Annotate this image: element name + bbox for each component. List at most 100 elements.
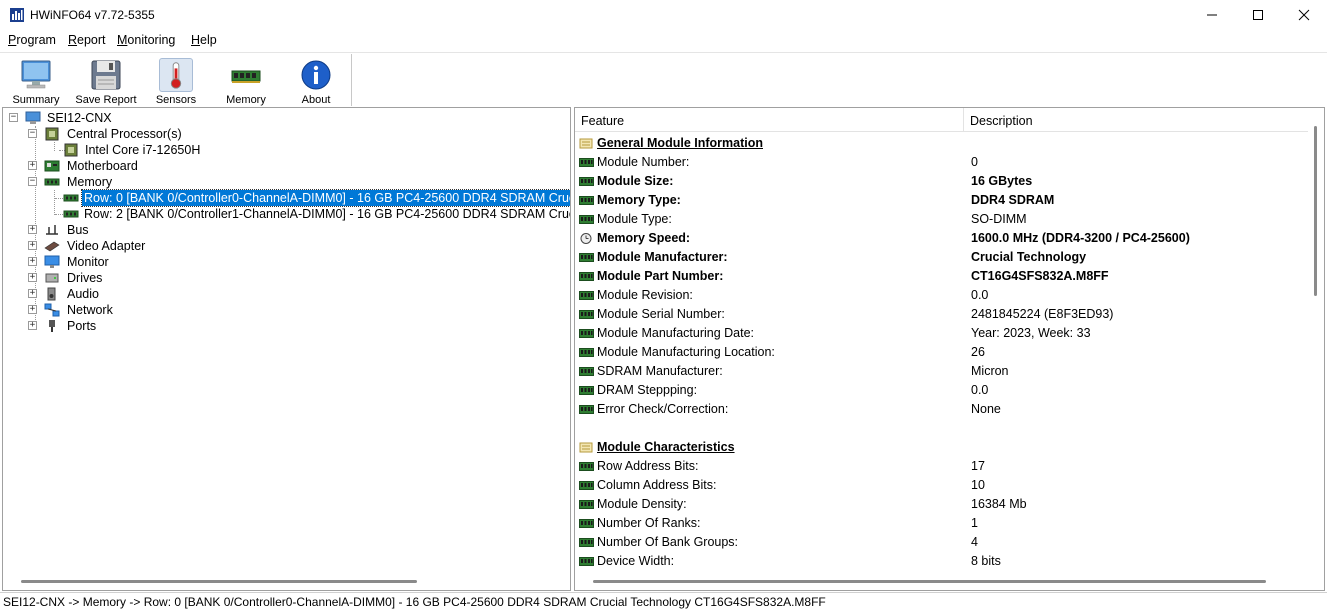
drive-icon	[45, 273, 59, 283]
feature-name: Error Check/Correction:	[597, 402, 729, 416]
feature-value: 1	[971, 516, 978, 530]
maximize-button[interactable]	[1235, 0, 1281, 30]
tree-label-monitor: Monitor	[67, 255, 109, 269]
tree-horizontal-scrollbar[interactable]	[3, 574, 570, 590]
tree-label-ports: Ports	[67, 319, 97, 333]
expand-icon[interactable]: +	[28, 241, 37, 250]
section-title: General Module Information	[597, 136, 763, 150]
network-icon	[44, 303, 60, 317]
feature-value: SO-DIMM	[971, 212, 1027, 226]
expand-icon[interactable]: +	[28, 305, 37, 314]
feature-name: Number Of Bank Groups:	[597, 535, 739, 549]
feature-name: Module Serial Number:	[597, 307, 725, 321]
ram-icon	[579, 272, 594, 281]
feature-value: 0	[971, 155, 978, 169]
tree-line	[55, 214, 63, 215]
sensors-label: Sensors	[155, 94, 197, 106]
speaker-icon	[47, 287, 56, 301]
tree-label-cpu-child: Intel Core i7-12650H	[85, 143, 201, 157]
tree-label-motherboard: Motherboard	[67, 159, 138, 173]
clock-icon	[580, 233, 592, 244]
ram-icon	[579, 557, 594, 566]
feature-value: CT16G4SFS832A.M8FF	[971, 269, 1109, 283]
feature-name: Memory Speed:	[597, 231, 691, 245]
about-label: About	[301, 94, 331, 106]
maximize-icon	[1253, 10, 1263, 20]
video-card-icon	[44, 241, 60, 252]
feature-value: 17	[971, 459, 985, 473]
tree-label-drives: Drives	[67, 271, 103, 285]
save-report-button[interactable]: Save Report	[74, 55, 138, 107]
sensors-button[interactable]: Sensors	[148, 55, 204, 107]
memory-button[interactable]: Memory	[218, 55, 274, 107]
summary-button[interactable]: Summary	[6, 55, 66, 107]
toolbar: Summary Save Report Sensors Memory About	[0, 52, 1327, 107]
column-header-description[interactable]: Description	[970, 114, 1033, 128]
menu-program[interactable]: Program	[8, 33, 56, 47]
expand-icon[interactable]: +	[28, 289, 37, 298]
details-vertical-scrollbar[interactable]	[1308, 108, 1324, 576]
feature-name: DRAM Steppping:	[597, 383, 698, 397]
feature-name: Module Part Number:	[597, 269, 724, 283]
menu-help[interactable]: Help	[191, 33, 217, 47]
menu-monitoring[interactable]: Monitoring	[117, 33, 175, 47]
expand-icon[interactable]: +	[28, 273, 37, 282]
expand-icon[interactable]: +	[28, 225, 37, 234]
tree-label-memory: Memory	[67, 175, 113, 189]
motherboard-icon	[44, 160, 60, 172]
ram-icon	[579, 519, 594, 528]
feature-name: Module Manufacturing Date:	[597, 326, 755, 340]
tree-label-bus: Bus	[67, 223, 89, 237]
collapse-icon[interactable]: −	[9, 113, 18, 122]
ram-icon	[44, 178, 60, 186]
ram-icon	[579, 481, 594, 490]
ram-icon	[579, 158, 594, 167]
collapse-icon[interactable]: −	[28, 129, 37, 138]
feature-value: 1600.0 MHz (DDR4-3200 / PC4-25600)	[971, 231, 1190, 245]
feature-value: 2481845224 (E8F3ED93)	[971, 307, 1114, 321]
column-header-feature[interactable]: Feature	[581, 114, 624, 128]
feature-name: Row Address Bits:	[597, 459, 699, 473]
ram-icon	[579, 310, 594, 319]
ram-icon	[63, 210, 79, 218]
feature-name: Module Revision:	[597, 288, 693, 302]
expand-icon[interactable]: +	[28, 321, 37, 330]
status-text: SEI12-CNX -> Memory -> Row: 0 [BANK 0/Co…	[3, 595, 826, 609]
feature-value: Micron	[971, 364, 1009, 378]
section-icon	[579, 442, 593, 453]
details-panel[interactable]: Feature Description General Module Infor…	[574, 107, 1325, 591]
column-divider[interactable]	[963, 108, 964, 132]
expand-icon[interactable]: +	[28, 161, 37, 170]
status-bar: SEI12-CNX -> Memory -> Row: 0 [BANK 0/Co…	[0, 592, 1327, 611]
ram-icon	[579, 329, 594, 338]
feature-name: Module Manufacturer:	[597, 250, 728, 264]
details-horizontal-scrollbar[interactable]	[575, 574, 1310, 590]
ram-icon	[579, 538, 594, 547]
ram-icon	[579, 291, 594, 300]
monitor-icon	[21, 60, 51, 89]
feature-name: Module Type:	[597, 212, 672, 226]
ram-module-icon	[231, 70, 261, 83]
feature-name: Module Density:	[597, 497, 687, 511]
close-button[interactable]	[1281, 0, 1327, 30]
device-tree[interactable]: − SEI12-CNX − Central Processor(s) Intel…	[2, 107, 571, 591]
toolbar-separator	[351, 54, 352, 106]
menu-report[interactable]: Report	[68, 33, 106, 47]
cpu-icon	[45, 127, 59, 141]
scrollbar-thumb[interactable]	[1314, 126, 1317, 296]
feature-name: Column Address Bits:	[597, 478, 717, 492]
expand-icon[interactable]: +	[28, 257, 37, 266]
computer-icon	[25, 111, 41, 124]
minimize-icon	[1207, 14, 1217, 16]
scrollbar-thumb[interactable]	[593, 580, 1266, 583]
scrollbar-thumb[interactable]	[21, 580, 417, 583]
feature-value: DDR4 SDRAM	[971, 193, 1055, 207]
collapse-icon[interactable]: −	[28, 177, 37, 186]
tree-label-network: Network	[67, 303, 113, 317]
feature-name: Memory Type:	[597, 193, 681, 207]
section-title: Module Characteristics	[597, 440, 735, 454]
about-button[interactable]: About	[288, 55, 344, 107]
minimize-button[interactable]	[1189, 0, 1235, 30]
tree-label-root: SEI12-CNX	[47, 111, 112, 125]
bus-icon	[46, 225, 58, 235]
